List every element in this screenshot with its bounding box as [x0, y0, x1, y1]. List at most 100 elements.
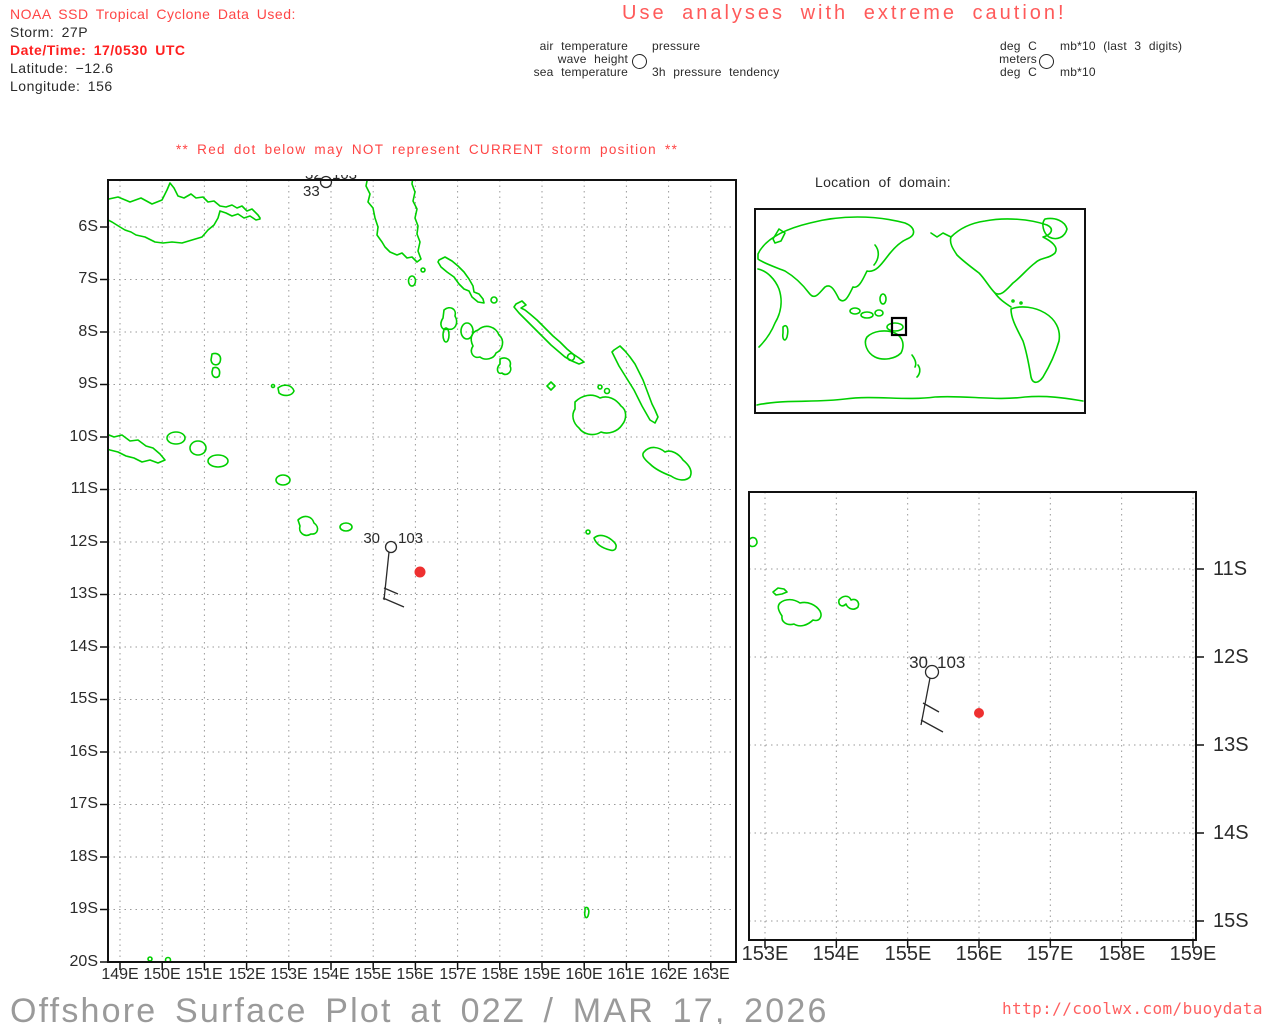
coastline-dentrecasteaux — [207, 454, 229, 468]
y-axis-label: 15S — [69, 690, 98, 707]
x-axis-label: 163E — [692, 966, 730, 983]
x-axis-label: 149E — [101, 966, 139, 983]
station-plot: 30 103 — [363, 530, 423, 608]
coastline-south-america — [1010, 306, 1061, 384]
y-axis-label: 17S — [69, 795, 98, 812]
coastline-caribbean — [1011, 299, 1015, 303]
legend-pressure: pressure — [652, 39, 701, 53]
coastline-alaska — [930, 232, 952, 238]
inset-y-axis-label: 13S — [1213, 734, 1249, 756]
legend-pressure-tendency: 3h pressure tendency — [652, 65, 780, 79]
inset-x-axis-label: 155E — [884, 943, 932, 965]
coastline-islet — [603, 387, 611, 395]
legend-mb10-last3: mb*10 (last 3 digits) — [1060, 39, 1183, 53]
station-pressure: 103 — [398, 530, 423, 547]
coastline-rennell — [593, 534, 617, 552]
legend-degc-bot: deg C — [999, 65, 1037, 79]
world-locator-map — [754, 208, 1086, 414]
data-source-line: NOAA SSD Tropical Cyclone Data Used: — [10, 6, 296, 22]
x-axis-label: 155E — [354, 966, 392, 983]
inset-x-axis-label: 158E — [1098, 943, 1146, 965]
x-axis-label: 151E — [185, 966, 223, 983]
longitude-line: Longitude: 156 — [10, 78, 113, 94]
coastline-islet — [147, 956, 153, 962]
coastline-greenland — [1042, 217, 1068, 240]
coastline-louisiade — [339, 522, 353, 532]
x-axis-label: 156E — [396, 966, 434, 983]
plot-title: Offshore Surface Plot at 02Z / MAR 17, 2… — [10, 992, 829, 1024]
tick-layer — [764, 568, 1204, 948]
coastline-edge-islet — [749, 536, 758, 548]
datetime-line: Date/Time: 17/0530 UTC — [10, 42, 186, 58]
y-axis-label: 6S — [78, 218, 98, 235]
x-axis-label: 157E — [439, 966, 477, 983]
y-axis-label: 10S — [69, 428, 98, 445]
units-model-circle-icon — [1039, 54, 1054, 69]
edge-station-plot: 32 103 33 — [303, 175, 357, 200]
coastline-scandinavia — [772, 228, 786, 244]
station-pressure: 103 — [937, 653, 965, 672]
storm-info-header: NOAA SSD Tropical Cyclone Data Used: Sto… — [10, 6, 296, 96]
y-axis-label: 8S — [78, 323, 98, 340]
inset-map: 30 103 — [748, 491, 1204, 948]
position-warning: ** Red dot below may NOT represent CURRE… — [176, 142, 679, 157]
x-axis-label: 158E — [481, 966, 519, 983]
y-axis-label: 14S — [69, 638, 98, 655]
inset-x-axis-label: 154E — [812, 943, 860, 965]
x-axis-label: 150E — [143, 966, 181, 983]
caution-banner: Use analyses with extreme caution! — [622, 2, 1067, 24]
world-coastlines — [756, 216, 1084, 406]
edge-station-sea-temp: 33 — [303, 183, 320, 200]
domain-map-title: Location of domain: — [815, 174, 951, 190]
coastline-borneo — [849, 307, 861, 315]
coastline-layer — [108, 180, 692, 962]
coastline-island — [470, 325, 504, 360]
coastline-makira — [642, 446, 692, 481]
tick-layer — [100, 226, 712, 970]
coastline-indonesia — [874, 309, 884, 317]
station-plot: 30 103 — [909, 653, 965, 733]
coastline-philippines — [879, 293, 887, 305]
source-url[interactable]: http://coolwx.com/buoydata — [1002, 999, 1263, 1018]
x-axis-label: 153E — [270, 966, 308, 983]
coastline-north-america — [949, 218, 1057, 295]
surface-plot-page: NOAA SSD Tropical Cyclone Data Used: Sto… — [0, 0, 1280, 1024]
station-model-circle-icon — [632, 54, 647, 69]
main-map: 32 103 33 30 103 — [100, 175, 737, 970]
y-axis-label: 18S — [69, 848, 98, 865]
coastline-madagascar — [782, 324, 789, 341]
y-axis-label: 11S — [70, 480, 98, 497]
legend-mb10: mb*10 — [1060, 65, 1096, 79]
x-axis-label: 162E — [650, 966, 688, 983]
coastline-islet — [772, 587, 788, 596]
y-axis-label: 19S — [69, 900, 98, 917]
coastline-islet — [546, 381, 556, 391]
inset-x-axis-label: 157E — [1026, 943, 1074, 965]
wind-barb-icon — [382, 551, 405, 608]
units-legend-left: deg C meters deg C — [957, 40, 1037, 79]
coastline-new-guinea — [886, 322, 904, 332]
storm-dot — [414, 566, 426, 578]
coastline-islet — [270, 383, 276, 389]
coastline-trobriand — [210, 352, 222, 366]
units-legend-right: mb*10 (last 3 digits) mb*10 — [1060, 40, 1182, 79]
coastline-indonesia — [860, 311, 874, 319]
y-axis-label: 20S — [69, 953, 98, 970]
station-circle-icon — [924, 664, 940, 680]
y-axis-label: 16S — [69, 743, 98, 760]
coastline-small-island — [420, 267, 426, 273]
coastline-new-britain-south — [108, 210, 261, 244]
legend-sea-temperature: sea temperature — [533, 65, 628, 79]
coastline-island — [496, 357, 512, 376]
inset-y-axis-label: 12S — [1213, 646, 1249, 668]
coastline-bougainville — [365, 180, 422, 263]
coastline-russell — [566, 352, 576, 362]
coastline-new-zealand — [911, 354, 921, 378]
y-axis-label: 7S — [78, 270, 98, 287]
coastline-islet — [490, 296, 498, 304]
coastline-islet — [597, 384, 603, 390]
wind-barb-icon — [920, 677, 944, 733]
coastline-papuan-tail — [108, 433, 166, 464]
latitude-line: Latitude: −12.6 — [10, 60, 114, 76]
coastline-africa — [757, 268, 782, 348]
